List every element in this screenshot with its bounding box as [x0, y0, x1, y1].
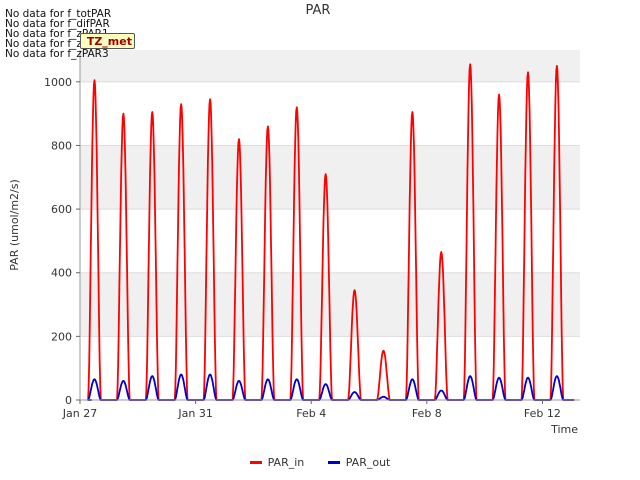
y-tick-label-4: 800 — [51, 139, 72, 152]
x-axis-label: Time — [550, 423, 578, 436]
legend-label-par-out: PAR_out — [345, 456, 391, 469]
par-chart: 0 200 400 600 800 1000 Jan 27 Jan 31 Feb 4 Feb 8 F… — [8, 3, 580, 436]
y-tick-label-2: 400 — [51, 267, 72, 280]
chart-title: PAR — [306, 3, 331, 18]
y-tick-label-3: 600 — [51, 203, 72, 216]
y-axis-label: PAR (umol/m2/s) — [8, 179, 21, 271]
legend-item-par-in: PAR_in — [249, 456, 305, 469]
legend-swatch-par-out — [327, 461, 340, 464]
y-tick-label-5: 1000 — [44, 76, 72, 89]
legend: PAR_in PAR_out — [0, 454, 640, 469]
legend-label-par-in: PAR_in — [267, 456, 305, 469]
x-tick-label-1: Jan 31 — [177, 407, 212, 420]
y-tick-label-1: 200 — [51, 330, 72, 343]
no-data-message-5: No data for f_zPAR3 — [5, 48, 109, 60]
y-tick-label-0: 0 — [65, 394, 72, 407]
x-tick-label-0: Jan 27 — [62, 407, 97, 420]
band-5 — [80, 50, 580, 82]
x-tick-label-2: Feb 4 — [296, 407, 326, 420]
x-tick-label-3: Feb 8 — [412, 407, 442, 420]
x-tick-label-4: Feb 12 — [524, 407, 561, 420]
site-badge: TZ_met — [80, 33, 135, 49]
legend-item-par-out: PAR_out — [327, 456, 391, 469]
legend-swatch-par-in — [249, 461, 262, 464]
